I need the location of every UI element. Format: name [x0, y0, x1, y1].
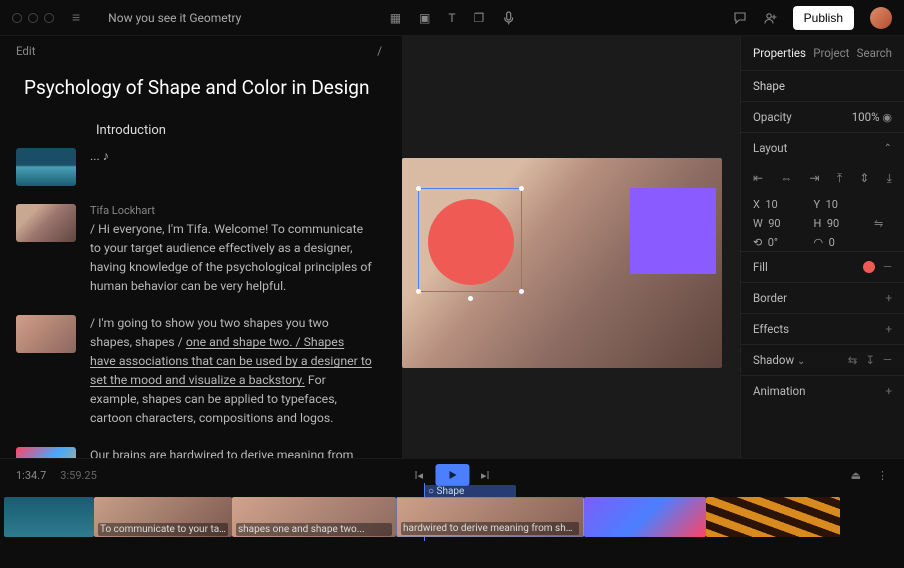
- chevron-up-icon: ⌃: [884, 143, 892, 154]
- image-icon[interactable]: ▣: [419, 11, 430, 25]
- rotation-value[interactable]: 0°: [768, 236, 778, 249]
- fill-swatch[interactable]: [863, 261, 875, 273]
- shadow-opt-icon[interactable]: ⇆: [848, 353, 858, 367]
- window-controls: [12, 13, 54, 23]
- timeline-clip[interactable]: [584, 497, 706, 537]
- remove-icon[interactable]: —: [883, 353, 892, 367]
- transcript-paragraph[interactable]: / Hi everyone, I'm Tifa. Welcome! To com…: [90, 221, 372, 297]
- shadow-opt-icon[interactable]: ↧: [865, 353, 875, 367]
- chevron-down-icon: ⌄: [797, 356, 805, 367]
- align-bottom-icon[interactable]: ⤓: [887, 171, 892, 186]
- shadow-row[interactable]: Shadow ⌄ ⇆↧—: [741, 344, 904, 375]
- document-title: Psychology of Shape and Color in Design: [16, 76, 382, 99]
- timeline-clip[interactable]: shapes one and shape two...: [232, 497, 396, 537]
- timeline-clip[interactable]: To communicate to your target audience..…: [94, 497, 232, 537]
- traffic-dot[interactable]: [12, 13, 22, 23]
- square-shape[interactable]: [630, 188, 716, 274]
- current-time: 1:34.7: [16, 469, 46, 482]
- timeline-clip[interactable]: hardwired to derive meaning from shapes,…: [396, 497, 584, 537]
- play-button[interactable]: [435, 464, 469, 486]
- y-value[interactable]: 10: [826, 198, 838, 211]
- w-value[interactable]: 90: [768, 217, 780, 230]
- selection-box[interactable]: [418, 188, 522, 292]
- align-center-icon[interactable]: ⇔: [780, 171, 792, 186]
- link-icon[interactable]: ⇋: [874, 217, 892, 230]
- clip-thumbnail[interactable]: [16, 204, 76, 242]
- border-row[interactable]: Border+: [741, 282, 904, 313]
- text-icon[interactable]: T: [448, 11, 455, 25]
- publish-button[interactable]: Publish: [793, 6, 854, 30]
- align-middle-icon[interactable]: ⇕: [859, 171, 869, 186]
- mic-icon[interactable]: [502, 11, 514, 25]
- inspector-panel: Properties Project Search Shape Opacity …: [740, 36, 904, 458]
- clip-thumbnail[interactable]: [16, 315, 76, 353]
- timeline-clip[interactable]: [4, 497, 94, 537]
- timeline-track[interactable]: ○ Shape To communicate to your target au…: [4, 497, 900, 545]
- prev-icon[interactable]: I◂: [414, 469, 423, 482]
- transcript-paragraph[interactable]: Our brains are hardwired to derive meani…: [90, 447, 372, 458]
- ellipsis-text: ... ♪: [90, 148, 109, 186]
- project-title: Now you see it Geometry: [108, 11, 241, 25]
- shapes-icon[interactable]: ❐: [474, 11, 485, 25]
- script-panel: Edit / Psychology of Shape and Color in …: [0, 36, 402, 458]
- slash-label: /: [377, 44, 382, 58]
- speaker-name: Tifa Lockhart: [90, 204, 372, 217]
- align-right-icon[interactable]: ⇥: [810, 171, 820, 186]
- effects-row[interactable]: Effects+: [741, 313, 904, 344]
- circle-shape[interactable]: [428, 199, 514, 285]
- more-icon[interactable]: ⋮: [877, 469, 888, 482]
- next-icon[interactable]: ▸I: [481, 469, 490, 482]
- toolbar-right: Publish: [733, 6, 892, 30]
- grid-icon[interactable]: ▦: [390, 11, 401, 25]
- animation-row[interactable]: Animation+: [741, 375, 904, 406]
- clip-thumbnail[interactable]: [16, 148, 76, 186]
- tab-search[interactable]: Search: [857, 46, 892, 60]
- tab-properties[interactable]: Properties: [753, 46, 806, 60]
- avatar[interactable]: [870, 7, 892, 29]
- opacity-row[interactable]: Opacity 100% ◉: [741, 101, 904, 132]
- traffic-dot[interactable]: [44, 13, 54, 23]
- video-frame: [402, 158, 722, 368]
- align-top-icon[interactable]: ⤒: [837, 171, 842, 186]
- inspector-tabs: Properties Project Search: [741, 36, 904, 70]
- comment-icon[interactable]: [733, 11, 747, 25]
- section-heading: Introduction: [96, 123, 382, 138]
- traffic-dot[interactable]: [28, 13, 38, 23]
- duration: 3:59.25: [60, 469, 96, 482]
- tab-project[interactable]: Project: [813, 46, 849, 60]
- add-icon[interactable]: +: [885, 322, 892, 336]
- x-value[interactable]: 10: [765, 198, 777, 211]
- remove-icon[interactable]: —: [883, 260, 892, 274]
- add-user-icon[interactable]: [763, 11, 777, 25]
- align-left-icon[interactable]: ⇤: [753, 171, 763, 186]
- add-icon[interactable]: +: [885, 291, 892, 305]
- layout-header[interactable]: Layout⌃: [741, 132, 904, 163]
- add-icon[interactable]: +: [885, 384, 892, 398]
- menu-icon[interactable]: ≡: [72, 9, 80, 26]
- h-value[interactable]: 90: [827, 217, 839, 230]
- edit-label[interactable]: Edit: [16, 44, 35, 58]
- clip-thumbnail[interactable]: [16, 447, 76, 458]
- toolbar-center: ▦ ▣ T ❐: [390, 11, 515, 25]
- align-row: ⇤ ⇔ ⇥ ⤒ ⇕ ⤓: [741, 163, 904, 194]
- canvas[interactable]: [402, 36, 740, 458]
- shape-header: Shape: [741, 70, 904, 101]
- eject-icon[interactable]: ⏏: [851, 469, 861, 482]
- timeline-panel: 1:34.7 3:59.25 I◂ ▸I ⏏ ⋮ ○ Shape To comm…: [0, 458, 904, 568]
- visibility-icon[interactable]: ◉: [882, 111, 892, 124]
- timeline-clip[interactable]: [706, 497, 840, 537]
- fill-row[interactable]: Fill —: [741, 251, 904, 282]
- top-bar: ≡ Now you see it Geometry ▦ ▣ T ❐ Publis…: [0, 0, 904, 36]
- corner-value[interactable]: 0: [829, 236, 835, 249]
- transcript-paragraph[interactable]: / I'm going to show you two shapes you t…: [90, 315, 372, 429]
